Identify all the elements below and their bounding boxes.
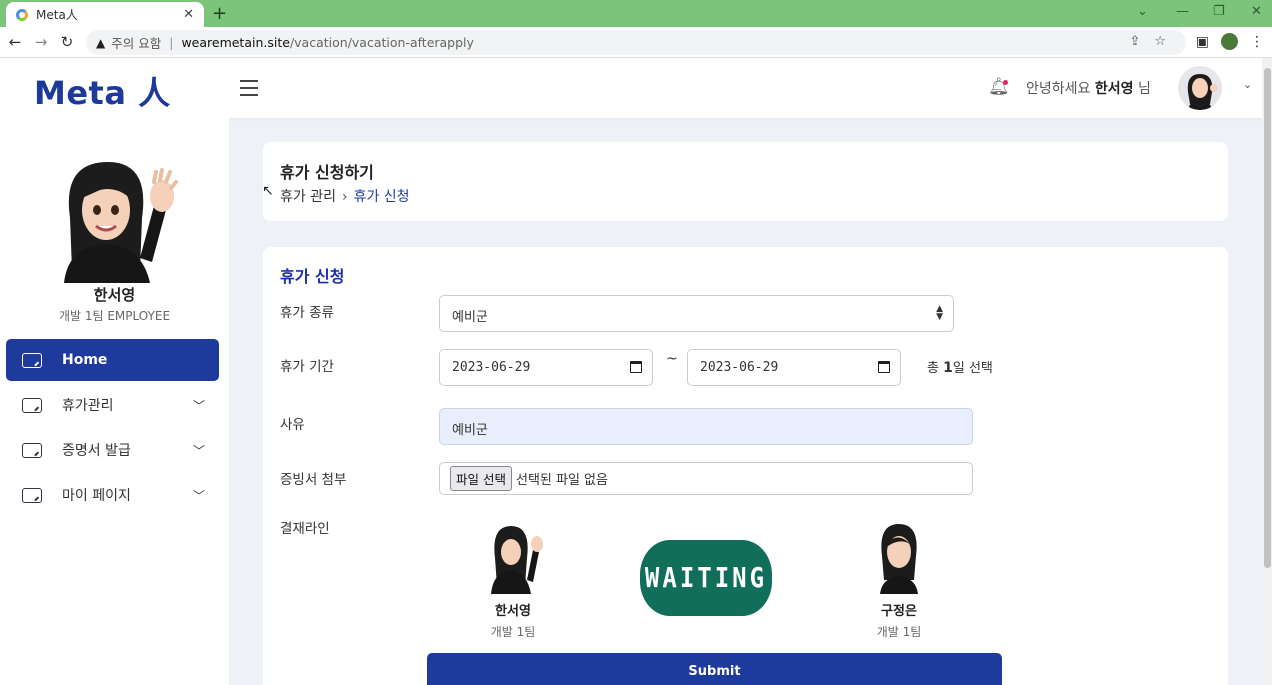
browser-tabbar: Meta人 ✕ + ⌄ — ❐ ✕	[0, 0, 1272, 27]
sidebar-item-label: Home	[62, 352, 108, 368]
hamburger-menu-icon[interactable]	[240, 80, 258, 101]
sidebar: 한서영 개발 1팀 EMPLOYEE Home 휴가관리 ﹀ 증명서 발급 ﹀ …	[0, 118, 229, 685]
sidebar-item-label: 휴가관리	[62, 398, 114, 414]
scrollbar-thumb[interactable]	[1264, 68, 1271, 568]
security-warning-text: 주의 요함	[111, 36, 162, 51]
sidebar-item-certificate[interactable]: 증명서 발급 ﹀	[6, 429, 219, 471]
header-avatar[interactable]	[1178, 66, 1222, 110]
vacation-type-value: 예비군	[452, 310, 488, 325]
edit-icon	[22, 442, 42, 458]
back-icon[interactable]: ←	[2, 33, 28, 51]
end-date-input[interactable]: 2023-06-29	[687, 349, 901, 386]
chevron-down-icon: ﹀	[192, 398, 205, 413]
chat-icon	[22, 352, 42, 368]
file-status: 선택된 파일 없음	[515, 473, 608, 488]
sidebar-item-mypage[interactable]: 마이 페이지 ﹀	[6, 474, 219, 516]
meta-logo[interactable]: Meta 人	[34, 68, 171, 114]
attachment-label: 증빙서 첨부	[280, 472, 347, 488]
vacation-form-card: 휴가 신청 휴가 종류 예비군 ▲ ▼ 휴가 기간 2023-06-29 ~ 20…	[263, 247, 1228, 685]
waiting-status-badge: WAITING	[640, 540, 772, 616]
sidebar-item-label: 마이 페이지	[62, 488, 131, 504]
edit-icon	[22, 487, 42, 503]
breadcrumb-parent[interactable]: 휴가 관리	[280, 189, 336, 205]
breadcrumb-current: 휴가 신청	[353, 189, 410, 205]
tab-title: Meta人	[36, 8, 78, 22]
attachment-file-input[interactable]: 파일 선택 선택된 파일 없음	[439, 462, 973, 495]
reason-input[interactable]: 예비군	[439, 408, 973, 445]
tab-search-icon[interactable]: ⌄	[1137, 4, 1148, 19]
window-close-icon[interactable]: ✕	[1251, 4, 1262, 19]
sidebar-item-label: 증명서 발급	[62, 443, 131, 459]
sidebar-user-dept: 개발 1팀 EMPLOYEE	[58, 309, 171, 323]
site-favicon-icon	[16, 8, 28, 21]
requester-avatar	[491, 526, 543, 594]
profile-avatar	[50, 158, 180, 283]
url-omnibox[interactable]: ▲ 주의 요함 | wearemetain.site /vacation/vac…	[86, 30, 1186, 55]
approver-requester: 한서영 개발 1팀	[468, 524, 558, 640]
calendar-icon[interactable]	[630, 361, 642, 373]
browser-menu-icon[interactable]: ⋮	[1250, 34, 1264, 50]
reason-label: 사유	[280, 417, 305, 433]
type-label: 휴가 종류	[280, 305, 334, 321]
greeting: 안녕하세요 한서영 님	[1026, 81, 1151, 97]
chevron-down-icon: ﹀	[192, 488, 205, 503]
header-user-name: 한서영	[1094, 81, 1134, 97]
url-path: /vacation/vacation-afterapply	[289, 35, 474, 50]
share-icon[interactable]: ⇪	[1129, 34, 1154, 49]
close-tab-icon[interactable]: ✕	[183, 7, 194, 22]
page-header-card: 휴가 신청하기 휴가 관리 › 휴가 신청	[263, 142, 1228, 221]
chevron-down-icon: ﹀	[192, 443, 205, 458]
page-title: 휴가 신청하기	[280, 163, 374, 182]
select-arrows-icon: ▲ ▼	[936, 304, 943, 322]
chevron-down-icon[interactable]: ⌄	[1243, 78, 1252, 91]
approver-dept: 개발 1팀	[876, 625, 922, 639]
new-tab-icon[interactable]: +	[212, 3, 227, 24]
sidebar-item-home[interactable]: Home	[6, 339, 219, 381]
side-panel-icon[interactable]: ▣	[1196, 34, 1209, 50]
choose-file-button[interactable]: 파일 선택	[450, 466, 512, 491]
restore-icon[interactable]: ❐	[1213, 4, 1225, 19]
approver-avatar	[880, 524, 918, 594]
edit-icon	[22, 397, 42, 413]
period-label: 휴가 기간	[280, 359, 334, 375]
browser-tab[interactable]: Meta人 ✕	[6, 2, 204, 27]
approver-name: 구정은	[881, 604, 917, 619]
reload-icon[interactable]: ↻	[54, 33, 80, 51]
app-header: Meta 人 🔔︎ 안녕하세요 한서영 님 ⌄	[0, 58, 1262, 118]
url-host: wearemetain.site	[181, 35, 290, 50]
sidebar-user-name: 한서영	[93, 286, 136, 304]
approval-line-label: 결재라인	[280, 521, 330, 537]
submit-button[interactable]: Submit	[427, 653, 1002, 685]
approver-manager: 구정은 개발 1팀	[854, 522, 944, 640]
calendar-icon[interactable]	[878, 361, 890, 373]
mouse-cursor-icon: ↖	[262, 183, 274, 199]
approver-name: 한서영	[495, 604, 531, 619]
address-bar-row: ← → ↻ ▲ 주의 요함 | wearemetain.site /vacati…	[0, 27, 1272, 58]
profile-icon[interactable]	[1221, 33, 1238, 50]
breadcrumb: 휴가 관리 › 휴가 신청	[280, 186, 410, 206]
form-title: 휴가 신청	[280, 267, 345, 286]
total-days: 총 1일 선택	[927, 360, 993, 376]
forward-icon[interactable]: →	[28, 33, 54, 51]
warning-icon: ▲	[96, 35, 106, 50]
minimize-icon[interactable]: —	[1176, 4, 1189, 19]
sidebar-item-vacation[interactable]: 휴가관리 ﹀	[6, 384, 219, 426]
approver-dept: 개발 1팀	[490, 625, 536, 639]
bookmark-star-icon[interactable]: ☆	[1154, 34, 1180, 49]
notification-dot	[1003, 80, 1008, 85]
date-range-separator: ~	[666, 351, 678, 367]
chevron-right-icon: ›	[341, 189, 348, 205]
start-date-input[interactable]: 2023-06-29	[439, 349, 653, 386]
vacation-type-select[interactable]: 예비군 ▲ ▼	[439, 295, 954, 332]
